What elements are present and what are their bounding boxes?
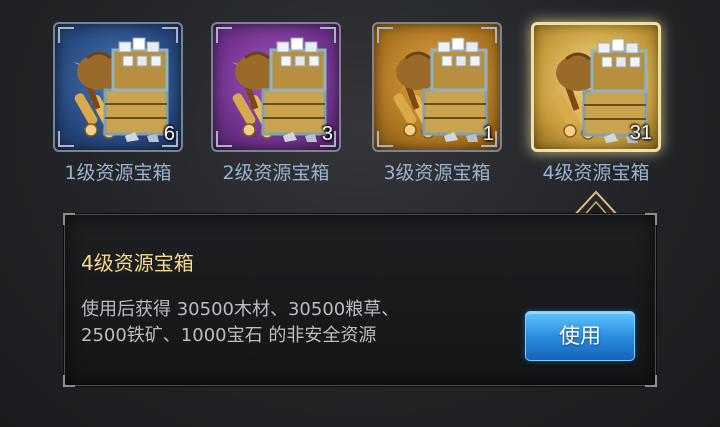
description-line: 使用后获得 30500木材、30500粮草、 — [81, 299, 400, 320]
chest-slot-level-2[interactable]: 3 2级资源宝箱 — [211, 22, 341, 184]
panel-corner — [645, 375, 657, 387]
panel-corner — [63, 213, 75, 225]
panel-corner — [63, 375, 75, 387]
item-count: 1 — [482, 123, 494, 145]
chest-slot-frame: 1 — [372, 22, 502, 152]
description-line: 2500铁矿、1000宝石 的非安全资源 — [81, 325, 377, 346]
chest-label: 1级资源宝箱 — [64, 162, 172, 184]
chest-label: 3级资源宝箱 — [383, 162, 491, 184]
chest-slot-level-4[interactable]: 31 4级资源宝箱 — [531, 22, 661, 184]
use-button[interactable]: 使用 — [525, 311, 635, 361]
chest-slot-level-1[interactable]: 6 1级资源宝箱 — [53, 22, 183, 184]
panel-corner — [645, 213, 657, 225]
item-detail-panel: 4级资源宝箱 使用后获得 30500木材、30500粮草、 2500铁矿、100… — [63, 213, 657, 387]
chest-slot-row: 6 1级资源宝箱 3 2级资源宝箱 1 3级资源宝箱 31 4级资源宝箱 — [0, 0, 720, 200]
item-count: 6 — [163, 123, 175, 145]
item-count: 31 — [629, 122, 652, 144]
chest-slot-frame: 31 — [531, 22, 661, 152]
chest-label: 2级资源宝箱 — [222, 162, 330, 184]
item-detail-description: 使用后获得 30500木材、30500粮草、 2500铁矿、1000宝石 的非安… — [81, 297, 511, 349]
item-detail-title: 4级资源宝箱 — [81, 251, 194, 275]
resource-chest-icon — [65, 32, 175, 144]
chest-label: 4级资源宝箱 — [542, 162, 650, 184]
resource-chest-icon — [384, 32, 494, 144]
item-count: 3 — [321, 123, 333, 145]
chest-slot-level-3[interactable]: 1 3级资源宝箱 — [372, 22, 502, 184]
chest-slot-frame: 3 — [211, 22, 341, 152]
chest-slot-frame: 6 — [53, 22, 183, 152]
resource-chest-icon — [223, 32, 333, 144]
